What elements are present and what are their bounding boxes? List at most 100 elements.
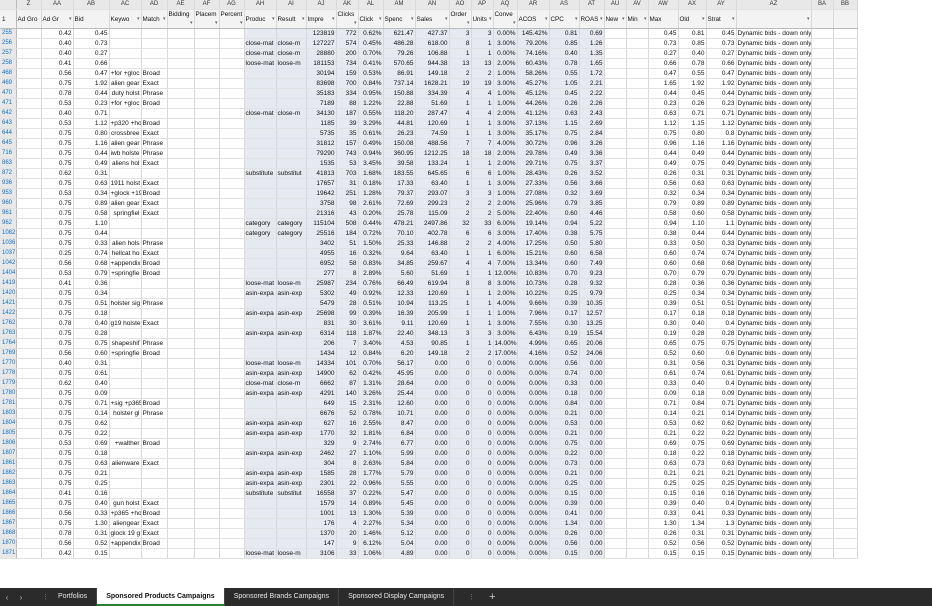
table-cell[interactable] xyxy=(604,318,627,329)
table-cell[interactable] xyxy=(194,318,220,329)
table-cell[interactable]: gun holst xyxy=(109,498,142,509)
table-cell[interactable]: 51.69 xyxy=(415,268,450,279)
table-cell[interactable]: 0.16 xyxy=(706,488,737,499)
table-cell[interactable] xyxy=(604,28,627,39)
table-cell[interactable]: 0.00% xyxy=(517,458,550,469)
table-cell[interactable]: 0 xyxy=(449,488,472,499)
table-cell[interactable] xyxy=(167,198,195,209)
table-cell[interactable]: asin-expa xyxy=(244,468,277,479)
table-cell[interactable]: Phrase xyxy=(141,148,168,159)
table-cell[interactable] xyxy=(626,68,649,79)
table-cell[interactable]: 0.00% xyxy=(493,528,518,539)
table-cell[interactable]: 1 xyxy=(449,308,472,319)
table-cell[interactable]: Broad xyxy=(141,258,168,269)
table-cell[interactable]: 10.22% xyxy=(517,288,550,299)
column-letter[interactable]: AP xyxy=(471,0,494,10)
table-cell[interactable]: 0.00% xyxy=(517,438,550,449)
table-cell[interactable]: 1.87% xyxy=(358,328,384,339)
table-cell[interactable] xyxy=(219,268,245,279)
table-cell[interactable] xyxy=(276,28,307,39)
table-cell[interactable]: 0.75 xyxy=(678,158,707,169)
table-cell[interactable]: 60.43% xyxy=(517,58,550,69)
table-cell[interactable]: 146.88 xyxy=(415,238,450,249)
table-cell[interactable] xyxy=(833,298,858,309)
table-cell[interactable]: 28 xyxy=(336,298,359,309)
table-cell[interactable]: 79.37 xyxy=(383,188,416,199)
table-cell[interactable] xyxy=(16,118,42,129)
table-cell[interactable]: 0.71 xyxy=(706,108,737,119)
table-cell[interactable] xyxy=(219,418,245,429)
table-cell[interactable] xyxy=(16,508,42,519)
table-cell[interactable]: asin-exp xyxy=(276,308,307,319)
table-cell[interactable]: 0.75 xyxy=(41,208,74,219)
table-cell[interactable] xyxy=(219,108,245,119)
table-cell[interactable] xyxy=(276,208,307,219)
table-cell[interactable] xyxy=(167,208,195,219)
table-cell[interactable]: 0.75 xyxy=(41,158,74,169)
table-cell[interactable]: 0.75 xyxy=(41,398,74,409)
table-cell[interactable]: 0.00% xyxy=(493,538,518,549)
column-letter[interactable]: AJ xyxy=(306,0,337,10)
table-cell[interactable] xyxy=(604,528,627,539)
table-cell[interactable]: 3.61% xyxy=(358,318,384,329)
table-cell[interactable] xyxy=(604,548,627,559)
table-cell[interactable] xyxy=(604,198,627,209)
table-cell[interactable]: 79.20% xyxy=(517,38,550,49)
table-cell[interactable] xyxy=(244,118,277,129)
table-cell[interactable] xyxy=(109,58,142,69)
table-cell[interactable] xyxy=(16,188,42,199)
table-cell[interactable]: 2 xyxy=(471,348,494,359)
table-cell[interactable]: 0.45 xyxy=(73,28,110,39)
table-cell[interactable]: 0.56 xyxy=(648,178,679,189)
table-cell[interactable]: 0.66 xyxy=(648,58,679,69)
table-cell[interactable] xyxy=(194,158,220,169)
table-cell[interactable]: 0.32 xyxy=(549,188,580,199)
table-cell[interactable] xyxy=(626,258,649,269)
table-cell[interactable]: 0.75 xyxy=(678,438,707,449)
table-cell[interactable]: 0.16 xyxy=(73,488,110,499)
row-number[interactable]: 1861 xyxy=(0,458,17,469)
table-cell[interactable] xyxy=(626,188,649,199)
table-cell[interactable]: 0.00% xyxy=(493,378,518,389)
table-cell[interactable] xyxy=(626,288,649,299)
table-cell[interactable]: 19.14% xyxy=(517,218,550,229)
table-cell[interactable]: 0 xyxy=(471,388,494,399)
field-header[interactable]: Sales ▾ xyxy=(415,9,450,29)
table-cell[interactable]: 0.84% xyxy=(358,348,384,359)
table-cell[interactable]: 0.21 xyxy=(73,468,110,479)
spreadsheet-grid[interactable]: Z AA AB AC AD AE AF AG AH AI AJ AK AL AM AN AO AP AQ AR AS A… xyxy=(0,0,932,588)
table-cell[interactable]: 0.00 xyxy=(579,458,605,469)
table-cell[interactable]: 1 xyxy=(449,128,472,139)
table-cell[interactable]: 0.56 xyxy=(549,538,580,549)
table-cell[interactable]: asin-expa xyxy=(244,418,277,429)
table-cell[interactable] xyxy=(16,238,42,249)
table-cell[interactable] xyxy=(811,38,834,49)
table-cell[interactable]: 1.10% xyxy=(358,448,384,459)
table-cell[interactable]: 0.72% xyxy=(358,228,384,239)
table-cell[interactable]: 1.12 xyxy=(706,118,737,129)
table-cell[interactable] xyxy=(626,378,649,389)
table-cell[interactable]: 3.00% xyxy=(493,78,518,89)
table-cell[interactable]: 0.14 xyxy=(648,408,679,419)
table-cell[interactable] xyxy=(276,338,307,349)
table-cell[interactable]: asin-expa xyxy=(244,428,277,439)
table-cell[interactable] xyxy=(219,228,245,239)
table-cell[interactable] xyxy=(219,158,245,169)
table-cell[interactable]: 1.46% xyxy=(358,528,384,539)
table-cell[interactable] xyxy=(244,28,277,39)
table-cell[interactable] xyxy=(219,508,245,519)
table-cell[interactable] xyxy=(219,68,245,79)
table-cell[interactable] xyxy=(833,448,858,459)
table-cell[interactable]: 4.89 xyxy=(383,548,416,559)
table-cell[interactable] xyxy=(244,338,277,349)
table-cell[interactable] xyxy=(194,368,220,379)
table-cell[interactable] xyxy=(194,378,220,389)
table-cell[interactable]: 30.72% xyxy=(517,138,550,149)
table-cell[interactable]: 737.14 xyxy=(383,78,416,89)
table-cell[interactable]: 0.00 xyxy=(415,368,450,379)
table-cell[interactable]: 2 xyxy=(471,198,494,209)
table-cell[interactable] xyxy=(219,498,245,509)
table-cell[interactable]: 0 xyxy=(449,358,472,369)
table-cell[interactable] xyxy=(833,348,858,359)
table-cell[interactable]: 21316 xyxy=(306,208,337,219)
